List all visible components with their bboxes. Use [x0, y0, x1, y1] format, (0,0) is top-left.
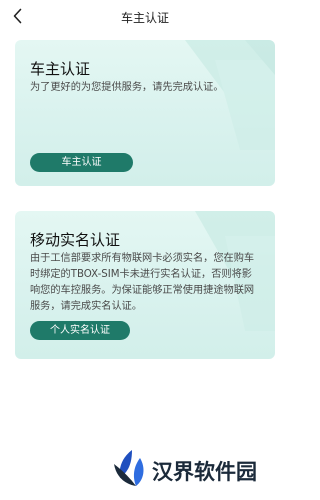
- nav-bar: 车主认证: [0, 0, 290, 34]
- card-decoration-graphic: [185, 40, 275, 150]
- personal-realname-button[interactable]: 个人实名认证: [30, 321, 130, 340]
- card-description: 为了更好的为您提供服务，请先完成认证。: [30, 82, 224, 93]
- mobile-realname-card: 移动实名认证 由于工信部要求所有物联网卡必须实名，您在购车时绑定的TBOX-SI…: [15, 211, 275, 359]
- owner-verification-button[interactable]: 车主认证: [30, 153, 133, 172]
- card-description: 由于工信部要求所有物联网卡必须实名，您在购车时绑定的TBOX-SIM卡未进行实名…: [30, 253, 255, 312]
- watermark-text: 汉界软件园: [152, 460, 257, 484]
- card-title: 移动实名认证: [30, 231, 121, 249]
- page-title: 车主认证: [120, 11, 169, 25]
- owner-verification-card: 车主认证 为了更好的为您提供服务，请先完成认证。 车主认证: [15, 40, 275, 186]
- tulip-logo-icon: [114, 450, 144, 486]
- card-title: 车主认证: [30, 60, 91, 78]
